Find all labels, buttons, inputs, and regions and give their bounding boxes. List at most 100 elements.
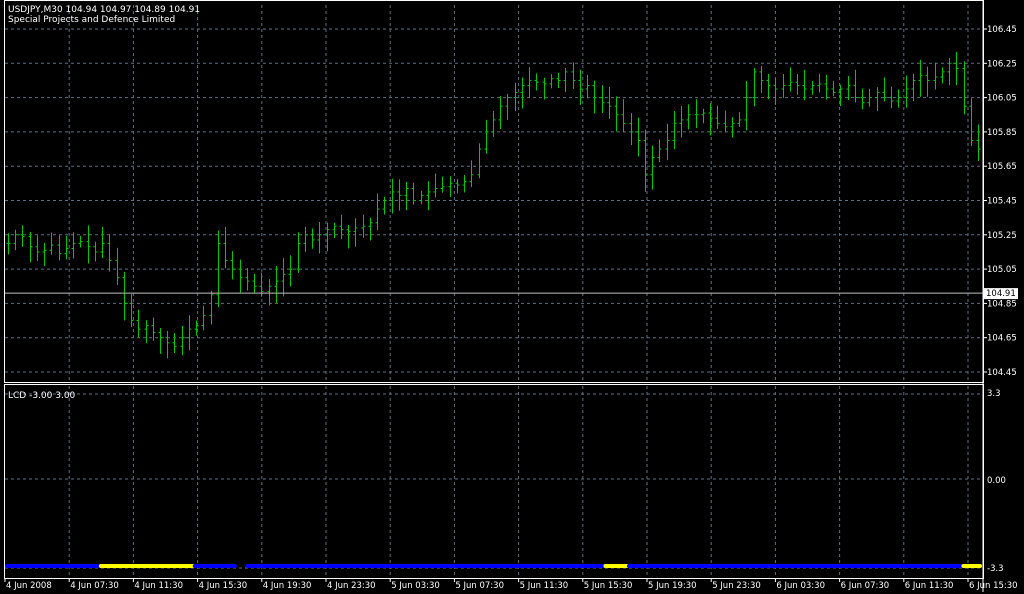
- ohlc-bar[interactable]: [13, 229, 18, 251]
- ohlc-bar[interactable]: [332, 222, 337, 239]
- ohlc-bar[interactable]: [93, 241, 98, 262]
- ohlc-bar[interactable]: [86, 225, 91, 264]
- ohlc-bar[interactable]: [426, 181, 431, 211]
- ohlc-bar[interactable]: [817, 73, 822, 93]
- ohlc-bar[interactable]: [614, 96, 619, 132]
- ohlc-bar[interactable]: [440, 176, 445, 193]
- ohlc-bar[interactable]: [810, 80, 815, 95]
- ohlc-bar[interactable]: [795, 74, 800, 95]
- ohlc-bar[interactable]: [28, 232, 33, 263]
- ohlc-bar[interactable]: [491, 110, 496, 137]
- ohlc-bar[interactable]: [513, 82, 518, 112]
- ohlc-bar[interactable]: [158, 328, 163, 354]
- ohlc-bar[interactable]: [35, 235, 40, 262]
- ohlc-bar[interactable]: [122, 271, 127, 321]
- ohlc-bar[interactable]: [665, 123, 670, 161]
- ohlc-bar[interactable]: [860, 88, 865, 110]
- ohlc-bar[interactable]: [136, 309, 141, 338]
- ohlc-bar[interactable]: [144, 320, 149, 344]
- ohlc-bar[interactable]: [223, 226, 228, 269]
- ohlc-bar[interactable]: [788, 67, 793, 92]
- ohlc-bar[interactable]: [194, 320, 199, 336]
- ohlc-bar[interactable]: [824, 74, 829, 100]
- ohlc-bar[interactable]: [592, 80, 597, 114]
- ohlc-bar[interactable]: [303, 226, 308, 252]
- ohlc-bar[interactable]: [267, 279, 272, 306]
- ohlc-bar[interactable]: [650, 145, 655, 190]
- ohlc-bar[interactable]: [281, 258, 286, 297]
- ohlc-bar[interactable]: [629, 113, 634, 145]
- ohlc-bar[interactable]: [498, 96, 503, 130]
- ohlc-bar[interactable]: [129, 293, 134, 328]
- ohlc-bar[interactable]: [831, 81, 836, 97]
- ohlc-bar[interactable]: [846, 75, 851, 101]
- ohlc-bar[interactable]: [657, 139, 662, 163]
- ohlc-bar[interactable]: [397, 179, 402, 211]
- ohlc-bar[interactable]: [433, 173, 438, 198]
- ohlc-bar[interactable]: [752, 67, 757, 107]
- ohlc-bar[interactable]: [42, 242, 47, 267]
- ohlc-bar[interactable]: [310, 228, 315, 249]
- ohlc-bar[interactable]: [353, 218, 358, 247]
- ohlc-bar[interactable]: [679, 106, 684, 138]
- ohlc-bar[interactable]: [520, 77, 525, 109]
- ohlc-bar[interactable]: [382, 196, 387, 215]
- ohlc-bar[interactable]: [201, 305, 206, 331]
- ohlc-bar[interactable]: [875, 87, 880, 112]
- ohlc-bar[interactable]: [375, 193, 380, 230]
- ohlc-bar[interactable]: [107, 234, 112, 272]
- ohlc-bar[interactable]: [708, 103, 713, 136]
- ohlc-bar[interactable]: [954, 51, 959, 86]
- ohlc-bar[interactable]: [744, 81, 749, 131]
- ohlc-bar[interactable]: [556, 72, 561, 89]
- ohlc-bar[interactable]: [701, 108, 706, 124]
- ohlc-bar[interactable]: [896, 89, 901, 108]
- ohlc-bar[interactable]: [484, 119, 489, 154]
- ohlc-bar[interactable]: [867, 88, 872, 107]
- ohlc-bar[interactable]: [230, 251, 235, 280]
- ohlc-bar[interactable]: [165, 330, 170, 359]
- ohlc-bar[interactable]: [542, 77, 547, 100]
- ohlc-bar[interactable]: [6, 233, 11, 255]
- ohlc-bar[interactable]: [730, 117, 735, 138]
- ohlc-bar[interactable]: [607, 86, 612, 119]
- ohlc-bar[interactable]: [64, 235, 69, 260]
- time-axis[interactable]: 4 Jun 2008 4 Jun 07:30 4 Jun 11:30 4 Jun 15…: [4, 578, 1018, 591]
- ohlc-bar[interactable]: [346, 224, 351, 249]
- price-axis[interactable]: 106.45 106.25 106.05 105.85 105.65 105.45 105.…: [983, 25, 1018, 378]
- ohlc-bar[interactable]: [71, 232, 76, 259]
- ohlc-bar[interactable]: [925, 66, 930, 97]
- ohlc-bar[interactable]: [549, 74, 554, 89]
- ohlc-bar[interactable]: [180, 325, 185, 356]
- ohlc-bar[interactable]: [962, 61, 967, 115]
- ohlc-bar[interactable]: [151, 317, 156, 341]
- ohlc-bar[interactable]: [947, 58, 952, 86]
- ohlc-bar[interactable]: [20, 225, 25, 247]
- ohlc-bar[interactable]: [469, 160, 474, 187]
- ohlc-bar[interactable]: [245, 268, 250, 291]
- ohlc-bar[interactable]: [694, 99, 699, 129]
- ohlc-bar[interactable]: [100, 226, 105, 258]
- ohlc-bar[interactable]: [621, 99, 626, 133]
- ohlc-bar[interactable]: [274, 265, 279, 303]
- ohlc-bar[interactable]: [49, 232, 54, 255]
- ohlc-bar[interactable]: [853, 69, 858, 103]
- ohlc-bar[interactable]: [911, 73, 916, 102]
- ohlc-bar[interactable]: [172, 332, 177, 353]
- chart-window[interactable]: 106.45 106.25 106.05 105.85 105.65 105.45 105.…: [0, 0, 1024, 594]
- ohlc-bar[interactable]: [339, 214, 344, 240]
- ohlc-bar[interactable]: [976, 124, 981, 161]
- ohlc-bar[interactable]: [918, 59, 923, 97]
- ohlc-bar[interactable]: [723, 110, 728, 133]
- ohlc-bar[interactable]: [773, 77, 778, 105]
- ohlc-bar[interactable]: [368, 217, 373, 241]
- ohlc-bar[interactable]: [505, 94, 510, 120]
- ohlc-bar[interactable]: [600, 85, 605, 114]
- ohlc-bar[interactable]: [766, 73, 771, 100]
- ohlc-bar[interactable]: [889, 86, 894, 109]
- ohlc-bar[interactable]: [404, 181, 409, 211]
- ohlc-bar[interactable]: [802, 69, 807, 101]
- ohlc-bar[interactable]: [563, 68, 568, 93]
- ohlc-bar[interactable]: [317, 221, 322, 254]
- ohlc-bar[interactable]: [781, 73, 786, 98]
